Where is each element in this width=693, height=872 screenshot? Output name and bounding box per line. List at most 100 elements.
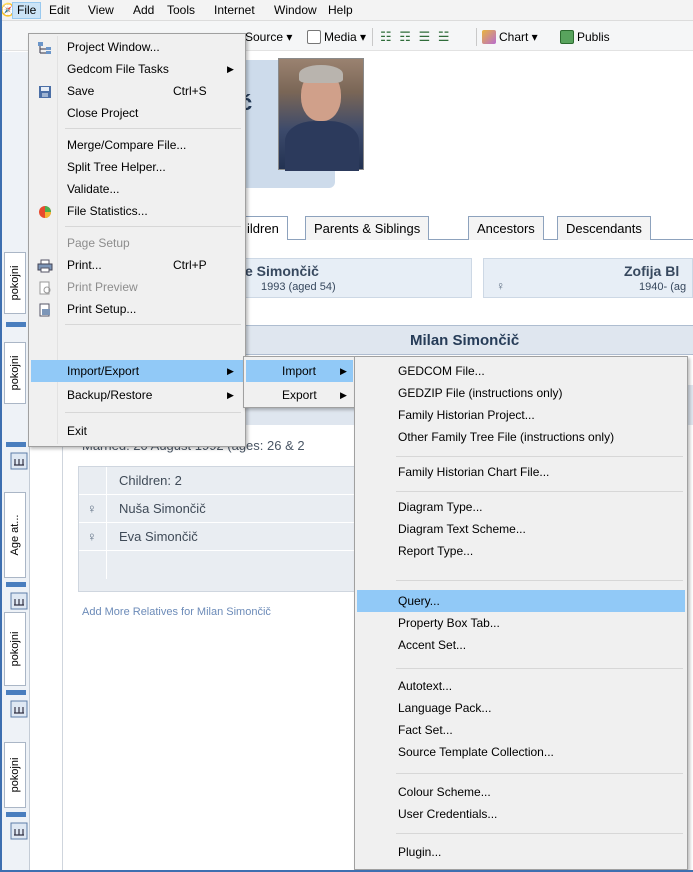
menu-item-label: Gedcom File Tasks [67,62,169,76]
menu-item-exit[interactable]: Exit [31,420,243,442]
toolbar-separator [476,28,477,46]
menu-item-merge-compare[interactable]: Merge/Compare File... [31,134,243,156]
add-more-relatives-link[interactable]: Add More Relatives for Milan Simončič [82,606,271,618]
menu-item-query[interactable]: Query... [357,590,685,612]
source-dropdown-button[interactable]: Source ▾ [245,28,292,46]
menu-edit[interactable]: Edit [45,2,74,19]
layout-2-icon[interactable]: ☶ [399,29,413,44]
menu-item-chart-file[interactable]: Family Historian Chart File... [357,461,685,483]
menu-item-print-setup[interactable]: Print Setup... [31,298,243,320]
menu-tools[interactable]: Tools [163,2,199,19]
mother-dates: 1940- (ag [639,281,687,293]
side-tab-pokojni-2[interactable]: pokojni [4,342,26,404]
menu-item-import-export[interactable]: Import/Export ▶ [31,360,243,382]
printer-icon [37,258,53,273]
menu-separator [65,324,241,325]
chart-label: Chart ▾ [499,30,538,44]
menu-item-print[interactable]: Print... Ctrl+P [31,254,243,276]
menu-item-diagram-type[interactable]: Diagram Type... [357,496,685,518]
layout-4-icon[interactable]: ☱ [438,29,452,44]
menu-item-autotext[interactable]: Autotext... [357,675,685,697]
menu-item-colour-scheme[interactable]: Colour Scheme... [357,781,685,803]
menu-item-label: Other Family Tree File (instructions onl… [398,430,615,444]
menu-item-validate[interactable]: Validate... [31,178,243,200]
side-tab-age-at[interactable]: Age at... [4,492,26,578]
side-bar [6,690,26,695]
menu-item-label: Split Tree Helper... [67,160,166,174]
save-icon [37,84,53,98]
layout-1-icon[interactable]: ☷ [380,29,394,44]
menu-item-source-template-collection[interactable]: Source Template Collection... [357,741,685,763]
menu-item-label: Family Historian Chart File... [398,465,550,479]
menu-item-family-historian-project[interactable]: Family Historian Project... [357,404,685,426]
menu-item-page-setup: Page Setup [31,232,243,254]
menu-item-label: Diagram Text Scheme... [398,522,526,536]
tab-descendants[interactable]: Descendants [557,216,651,240]
menu-file[interactable]: File [12,2,42,19]
side-tab-label: pokojni [9,757,21,793]
menu-item-gedcom-file-tasks[interactable]: Gedcom File Tasks ▶ [31,58,243,80]
menu-item-accent-set[interactable]: Accent Set... [357,634,685,656]
layout-3-icon[interactable]: ☰ [419,29,433,44]
focus-person-bar[interactable]: Milan Simončič [230,325,693,355]
menu-item-gedcom-file[interactable]: GEDCOM File... [357,360,685,382]
menu-window[interactable]: Window [270,2,321,19]
children-header-row: Children: 2 [79,467,359,495]
menu-item-label: Validate... [67,182,120,196]
menu-item-save[interactable]: Save Ctrl+S [31,80,243,102]
tab-ancestors[interactable]: Ancestors [468,216,544,240]
side-tab-pokojni-3[interactable]: pokojni [4,612,26,686]
child-row-empty[interactable] [79,551,359,579]
left-side-panel: pokojni pokojni Age at... pokojni pokojn… [0,52,30,870]
child-name: Eva Simončič [119,529,198,544]
menu-item-label: Print Preview [67,280,138,294]
menu-item-label: Save [67,84,95,98]
menu-bar: 🧭 File Edit View Add Tools Internet Wind… [0,0,693,21]
menu-item-gedzip-file[interactable]: GEDZIP File (instructions only) [357,382,685,404]
menu-item-label: Report Type... [398,544,474,558]
menu-item-fact-set[interactable]: Fact Set... [357,719,685,741]
child-row[interactable]: ♀ Eva Simončič [79,523,359,551]
father-name: e Simončič [245,263,319,279]
menu-item-backup-restore[interactable]: Backup/Restore ▶ [31,384,243,406]
chart-dropdown-button[interactable]: Chart ▾ [482,28,538,46]
menu-item-close-project[interactable]: Close Project [31,102,243,124]
side-tab-pokojni-1[interactable]: pokojni [4,252,26,314]
tab-parents-siblings[interactable]: Parents & Siblings [305,216,430,240]
menu-view[interactable]: View [84,2,118,19]
media-dropdown-button[interactable]: Media ▾ [307,28,366,46]
tree-icon [10,822,28,840]
menu-item-print-preview: Print Preview [31,276,243,298]
menu-item-project-window[interactable]: Project Window... [31,36,243,58]
child-row[interactable]: ♀ Nuša Simončič [79,495,359,523]
menu-item-split-tree-helper[interactable]: Split Tree Helper... [31,156,243,178]
menu-add[interactable]: Add [129,2,158,19]
publish-button[interactable]: Publis [560,28,610,46]
father-dates: 1993 (aged 54) [261,281,336,293]
menu-item-import[interactable]: Import ▶ [246,360,353,382]
menu-item-plugin[interactable]: Plugin... [357,841,685,863]
child-name: Nuša Simončič [119,501,206,516]
menu-item-property-box-tab[interactable]: Property Box Tab... [357,612,685,634]
menu-item-user-credentials[interactable]: User Credentials... [357,803,685,825]
person-photo[interactable] [278,58,364,171]
menu-item-diagram-text-scheme[interactable]: Diagram Text Scheme... [357,518,685,540]
menu-internet[interactable]: Internet [210,2,259,19]
import-export-submenu: Import ▶ Export ▶ [243,356,356,408]
menu-item-other-family-tree-file[interactable]: Other Family Tree File (instructions onl… [357,426,685,448]
tree-icon [10,700,28,718]
row-cell [79,551,107,579]
menu-item-language-pack[interactable]: Language Pack... [357,697,685,719]
shortcut-label: Ctrl+S [173,84,207,98]
father-card[interactable]: e Simončič 1993 (aged 54) [230,258,472,298]
submenu-arrow-icon: ▶ [227,390,234,400]
key-icon: ♀ [87,501,97,516]
menu-item-export[interactable]: Export ▶ [246,384,353,406]
menu-item-file-statistics[interactable]: File Statistics... [31,200,243,222]
layout-icons[interactable]: ☷ ☶ ☰ ☱ [380,28,452,46]
side-tab-pokojni-4[interactable]: pokojni [4,742,26,808]
mother-card[interactable]: Zofija Bl 1940- (ag ♀ [483,258,693,298]
menu-item-report-type[interactable]: Report Type... [357,540,685,562]
menu-item-label: Merge/Compare File... [67,138,187,152]
menu-help[interactable]: Help [324,2,357,19]
